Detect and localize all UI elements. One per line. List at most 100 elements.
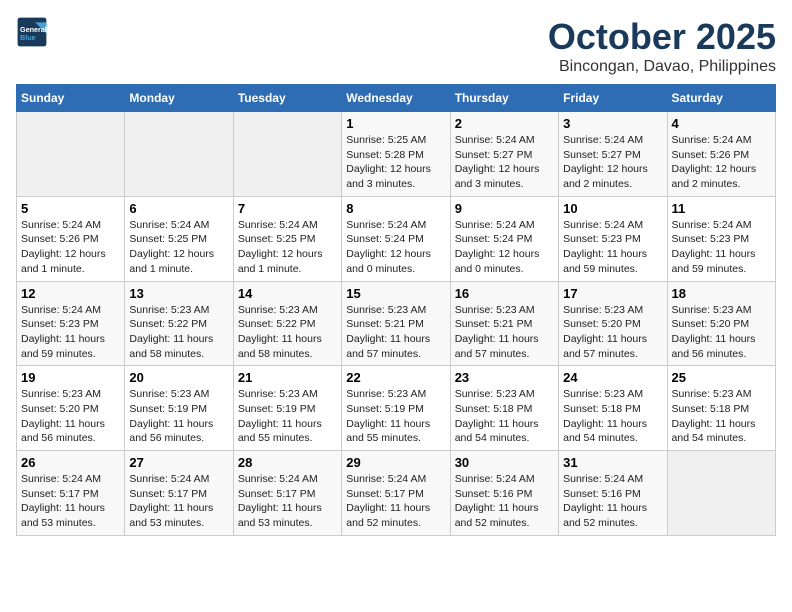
logo-icon: General Blue: [16, 16, 48, 48]
calendar-cell: 2 Sunrise: 5:24 AMSunset: 5:27 PMDaylight…: [450, 112, 558, 197]
title-area: October 2025 Bincongan, Davao, Philippin…: [548, 16, 776, 76]
calendar-cell: 1Sunrise: 5:25 AMSunset: 5:28 PMDaylight…: [342, 112, 450, 197]
day-detail: Sunrise: 5:23 AMSunset: 5:19 PMDaylight:…: [238, 387, 337, 446]
day-number: 20: [129, 370, 228, 385]
calendar-cell: 31Sunrise: 5:24 AMSunset: 5:16 PMDayligh…: [559, 451, 667, 536]
day-number: 17: [563, 286, 662, 301]
calendar-cell: 18 Sunrise: 5:23 AMSunset: 5:20 PMDayligh…: [667, 281, 775, 366]
day-number: 25: [672, 370, 771, 385]
calendar-cell: 25 Sunrise: 5:23 AMSunset: 5:18 PMDayligh…: [667, 366, 775, 451]
week-row-2: 5 Sunrise: 5:24 AMSunset: 5:26 PMDaylight…: [17, 196, 776, 281]
page-subtitle: Bincongan, Davao, Philippines: [548, 58, 776, 76]
day-detail: Sunrise: 5:24 AMSunset: 5:27 PMDaylight:…: [563, 133, 662, 192]
week-row-1: 1Sunrise: 5:25 AMSunset: 5:28 PMDaylight…: [17, 112, 776, 197]
day-number: 7: [238, 201, 337, 216]
day-detail: Sunrise: 5:23 AMSunset: 5:20 PMDaylight:…: [21, 387, 120, 446]
header-row: SundayMondayTuesdayWednesdayThursdayFrid…: [17, 85, 776, 112]
day-detail: Sunrise: 5:24 AMSunset: 5:17 PMDaylight:…: [238, 472, 337, 531]
day-detail: Sunrise: 5:24 AMSunset: 5:16 PMDaylight:…: [563, 472, 662, 531]
day-detail: Sunrise: 5:24 AMSunset: 5:25 PMDaylight:…: [238, 218, 337, 277]
calendar-cell: 7 Sunrise: 5:24 AMSunset: 5:25 PMDaylight…: [233, 196, 341, 281]
calendar-cell: 5 Sunrise: 5:24 AMSunset: 5:26 PMDaylight…: [17, 196, 125, 281]
day-detail: Sunrise: 5:24 AMSunset: 5:25 PMDaylight:…: [129, 218, 228, 277]
day-detail: Sunrise: 5:23 AMSunset: 5:21 PMDaylight:…: [455, 303, 554, 362]
header-thursday: Thursday: [450, 85, 558, 112]
day-number: 30: [455, 455, 554, 470]
calendar-cell: 22 Sunrise: 5:23 AMSunset: 5:19 PMDayligh…: [342, 366, 450, 451]
day-number: 11: [672, 201, 771, 216]
header-sunday: Sunday: [17, 85, 125, 112]
calendar-cell: 9 Sunrise: 5:24 AMSunset: 5:24 PMDaylight…: [450, 196, 558, 281]
day-detail: Sunrise: 5:24 AMSunset: 5:23 PMDaylight:…: [672, 218, 771, 277]
calendar-cell: 3 Sunrise: 5:24 AMSunset: 5:27 PMDaylight…: [559, 112, 667, 197]
day-detail: Sunrise: 5:23 AMSunset: 5:19 PMDaylight:…: [129, 387, 228, 446]
day-number: 23: [455, 370, 554, 385]
day-detail: Sunrise: 5:24 AMSunset: 5:26 PMDaylight:…: [21, 218, 120, 277]
day-number: 12: [21, 286, 120, 301]
day-detail: Sunrise: 5:24 AMSunset: 5:24 PMDaylight:…: [455, 218, 554, 277]
calendar-cell: 15 Sunrise: 5:23 AMSunset: 5:21 PMDayligh…: [342, 281, 450, 366]
day-detail: Sunrise: 5:23 AMSunset: 5:22 PMDaylight:…: [129, 303, 228, 362]
calendar-cell: 14 Sunrise: 5:23 AMSunset: 5:22 PMDayligh…: [233, 281, 341, 366]
day-number: 29: [346, 455, 445, 470]
day-number: 2: [455, 116, 554, 131]
day-detail: Sunrise: 5:24 AMSunset: 5:24 PMDaylight:…: [346, 218, 445, 277]
day-number: 14: [238, 286, 337, 301]
day-number: 9: [455, 201, 554, 216]
week-row-4: 19 Sunrise: 5:23 AMSunset: 5:20 PMDayligh…: [17, 366, 776, 451]
day-number: 15: [346, 286, 445, 301]
day-detail: Sunrise: 5:23 AMSunset: 5:19 PMDaylight:…: [346, 387, 445, 446]
page-title: October 2025: [548, 16, 776, 58]
calendar-cell: 28 Sunrise: 5:24 AMSunset: 5:17 PMDayligh…: [233, 451, 341, 536]
day-number: 10: [563, 201, 662, 216]
week-row-3: 12 Sunrise: 5:24 AMSunset: 5:23 PMDayligh…: [17, 281, 776, 366]
day-detail: Sunrise: 5:23 AMSunset: 5:20 PMDaylight:…: [563, 303, 662, 362]
day-detail: Sunrise: 5:23 AMSunset: 5:22 PMDaylight:…: [238, 303, 337, 362]
day-detail: Sunrise: 5:23 AMSunset: 5:20 PMDaylight:…: [672, 303, 771, 362]
calendar-cell: 12 Sunrise: 5:24 AMSunset: 5:23 PMDayligh…: [17, 281, 125, 366]
day-detail: Sunrise: 5:24 AMSunset: 5:26 PMDaylight:…: [672, 133, 771, 192]
calendar-cell: 6 Sunrise: 5:24 AMSunset: 5:25 PMDaylight…: [125, 196, 233, 281]
calendar-cell: 16Sunrise: 5:23 AMSunset: 5:21 PMDayligh…: [450, 281, 558, 366]
day-detail: Sunrise: 5:24 AMSunset: 5:23 PMDaylight:…: [21, 303, 120, 362]
day-number: 19: [21, 370, 120, 385]
day-detail: Sunrise: 5:23 AMSunset: 5:21 PMDaylight:…: [346, 303, 445, 362]
day-detail: Sunrise: 5:24 AMSunset: 5:23 PMDaylight:…: [563, 218, 662, 277]
calendar-cell: 17 Sunrise: 5:23 AMSunset: 5:20 PMDayligh…: [559, 281, 667, 366]
calendar-cell: 8 Sunrise: 5:24 AMSunset: 5:24 PMDaylight…: [342, 196, 450, 281]
day-number: 5: [21, 201, 120, 216]
page-header: General Blue October 2025 Bincongan, Dav…: [16, 16, 776, 76]
day-number: 24: [563, 370, 662, 385]
day-detail: Sunrise: 5:24 AMSunset: 5:17 PMDaylight:…: [21, 472, 120, 531]
day-number: 3: [563, 116, 662, 131]
calendar-cell: 11 Sunrise: 5:24 AMSunset: 5:23 PMDayligh…: [667, 196, 775, 281]
week-row-5: 26 Sunrise: 5:24 AMSunset: 5:17 PMDayligh…: [17, 451, 776, 536]
day-detail: Sunrise: 5:24 AMSunset: 5:17 PMDaylight:…: [346, 472, 445, 531]
day-number: 6: [129, 201, 228, 216]
header-friday: Friday: [559, 85, 667, 112]
day-detail: Sunrise: 5:25 AMSunset: 5:28 PMDaylight:…: [346, 133, 445, 192]
header-tuesday: Tuesday: [233, 85, 341, 112]
calendar-cell: 24 Sunrise: 5:23 AMSunset: 5:18 PMDayligh…: [559, 366, 667, 451]
calendar-cell: 23 Sunrise: 5:23 AMSunset: 5:18 PMDayligh…: [450, 366, 558, 451]
calendar-cell: 13 Sunrise: 5:23 AMSunset: 5:22 PMDayligh…: [125, 281, 233, 366]
calendar-cell: 29 Sunrise: 5:24 AMSunset: 5:17 PMDayligh…: [342, 451, 450, 536]
day-number: 8: [346, 201, 445, 216]
day-detail: Sunrise: 5:24 AMSunset: 5:16 PMDaylight:…: [455, 472, 554, 531]
day-detail: Sunrise: 5:23 AMSunset: 5:18 PMDaylight:…: [455, 387, 554, 446]
calendar-cell: 4 Sunrise: 5:24 AMSunset: 5:26 PMDaylight…: [667, 112, 775, 197]
calendar-cell: 10 Sunrise: 5:24 AMSunset: 5:23 PMDayligh…: [559, 196, 667, 281]
day-number: 27: [129, 455, 228, 470]
day-number: 4: [672, 116, 771, 131]
day-number: 18: [672, 286, 771, 301]
day-detail: Sunrise: 5:23 AMSunset: 5:18 PMDaylight:…: [672, 387, 771, 446]
day-number: 22: [346, 370, 445, 385]
logo: General Blue: [16, 16, 48, 48]
day-number: 26: [21, 455, 120, 470]
day-detail: Sunrise: 5:23 AMSunset: 5:18 PMDaylight:…: [563, 387, 662, 446]
day-number: 13: [129, 286, 228, 301]
day-number: 28: [238, 455, 337, 470]
header-saturday: Saturday: [667, 85, 775, 112]
day-detail: Sunrise: 5:24 AMSunset: 5:27 PMDaylight:…: [455, 133, 554, 192]
calendar-table: SundayMondayTuesdayWednesdayThursdayFrid…: [16, 84, 776, 536]
